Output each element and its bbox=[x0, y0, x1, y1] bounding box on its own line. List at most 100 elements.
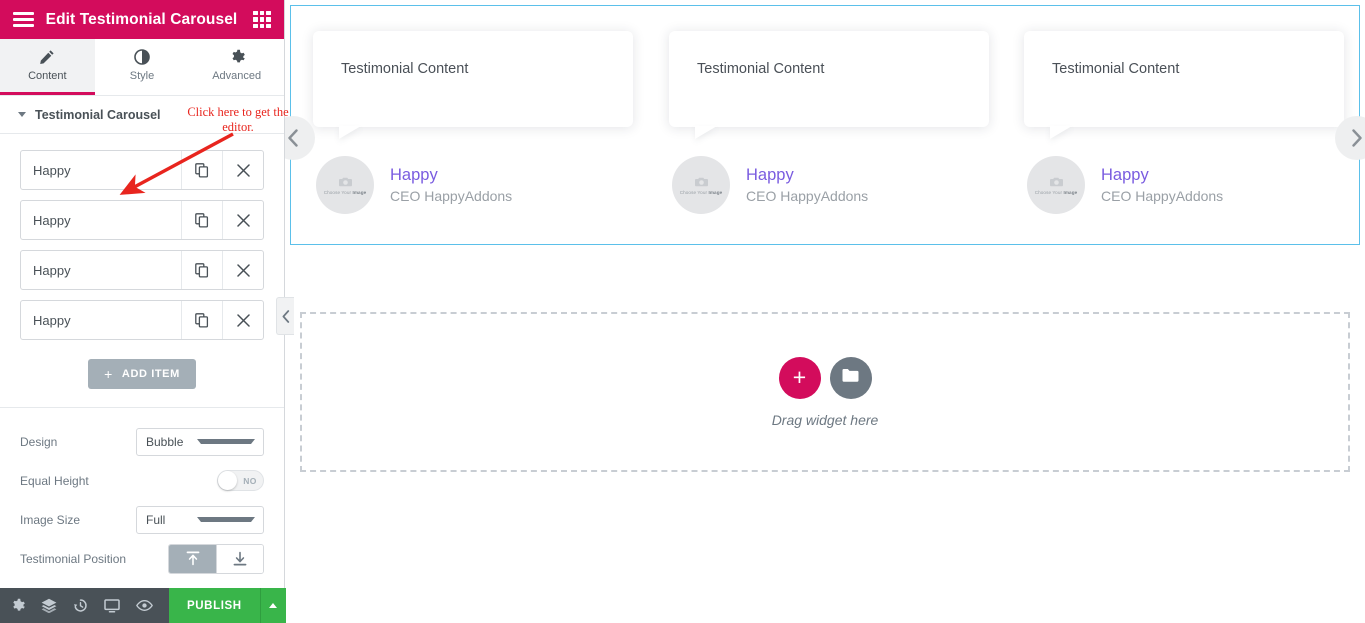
control-equal-height: Equal Height NO bbox=[20, 461, 264, 500]
publish-group: PUBLISH bbox=[169, 588, 286, 623]
plus-icon: + bbox=[792, 364, 807, 390]
image-placeholder-icon bbox=[338, 176, 353, 188]
elementor-panel: Edit Testimonial Carousel Content Style bbox=[0, 0, 286, 623]
chevron-down-icon bbox=[18, 112, 26, 117]
toggle-state-label: NO bbox=[243, 475, 257, 486]
control-field bbox=[133, 543, 264, 574]
control-label: Design bbox=[20, 434, 58, 449]
align-top-icon[interactable] bbox=[169, 544, 216, 573]
layers-icon[interactable] bbox=[41, 598, 57, 613]
control-label: Equal Height bbox=[20, 473, 89, 488]
testimonial-carousel: Testimonial Content Choose Your Image Ha… bbox=[285, 6, 1365, 244]
history-icon[interactable] bbox=[73, 598, 88, 613]
repeater-item-label[interactable]: Happy bbox=[21, 151, 181, 189]
repeater-list: Happy Happy Happy Happy bbox=[0, 134, 284, 340]
add-item-button[interactable]: + ADD ITEM bbox=[88, 359, 196, 389]
carousel-prev-button[interactable] bbox=[285, 116, 315, 160]
repeater-item-label[interactable]: Happy bbox=[21, 201, 181, 239]
control-label: Image Size bbox=[20, 512, 81, 527]
repeater-row[interactable]: Happy bbox=[20, 150, 264, 190]
testimonial-content: Testimonial Content bbox=[697, 61, 825, 77]
duplicate-item-button[interactable] bbox=[181, 301, 222, 339]
responsive-icon[interactable] bbox=[104, 598, 120, 613]
testimonial-slide[interactable]: Testimonial Content Choose Your Image Ha… bbox=[313, 31, 633, 214]
control-testimonial-position: Testimonial Position bbox=[20, 539, 264, 578]
equal-height-toggle[interactable]: NO bbox=[217, 470, 264, 491]
selected-section[interactable]: Testimonial Content Choose Your Image Ha… bbox=[285, 5, 1365, 245]
person-name: Happy bbox=[746, 165, 794, 184]
toggle-knob bbox=[218, 471, 237, 490]
position-button-group bbox=[168, 543, 264, 574]
control-field: NO bbox=[133, 470, 264, 491]
control-group: Design Bubble Equal Height NO Image Size… bbox=[0, 407, 284, 578]
tab-advanced-label: Advanced bbox=[212, 70, 262, 82]
remove-item-button[interactable] bbox=[222, 301, 263, 339]
design-select[interactable]: Bubble bbox=[136, 427, 264, 456]
tab-content[interactable]: Content bbox=[0, 39, 95, 95]
chevron-down-icon bbox=[196, 439, 255, 444]
grid-icon[interactable] bbox=[253, 10, 271, 29]
tab-advanced[interactable]: Advanced bbox=[189, 39, 285, 95]
chevron-down-icon bbox=[196, 517, 255, 522]
repeater-row[interactable]: Happy bbox=[20, 300, 264, 340]
remove-item-button[interactable] bbox=[222, 151, 263, 189]
person-info: Happy CEO HappyAddons bbox=[1101, 164, 1223, 207]
repeater-row[interactable]: Happy bbox=[20, 200, 264, 240]
avatar-placeholder-label: Choose Your Image bbox=[679, 189, 723, 195]
page-title: Edit Testimonial Carousel bbox=[45, 10, 238, 28]
tab-style-label: Style bbox=[129, 70, 155, 82]
pencil-icon bbox=[39, 49, 55, 65]
person-name: Happy bbox=[1101, 165, 1149, 184]
testimonial-person: Choose Your Image Happy CEO HappyAddons bbox=[313, 156, 633, 214]
control-image-size: Image Size Full bbox=[20, 500, 264, 539]
gear-icon bbox=[229, 49, 245, 65]
folder-icon bbox=[841, 368, 860, 388]
person-info: Happy CEO HappyAddons bbox=[746, 164, 868, 207]
duplicate-item-button[interactable] bbox=[181, 251, 222, 289]
image-placeholder-icon bbox=[1049, 176, 1064, 188]
image-size-select-value: Full bbox=[146, 512, 166, 527]
testimonial-bubble: Testimonial Content bbox=[669, 31, 989, 127]
remove-item-button[interactable] bbox=[222, 251, 263, 289]
gear-icon[interactable] bbox=[10, 598, 25, 613]
image-size-select[interactable]: Full bbox=[136, 505, 264, 534]
testimonial-person: Choose Your Image Happy CEO HappyAddons bbox=[1024, 156, 1344, 214]
avatar-placeholder-label: Choose Your Image bbox=[1034, 189, 1078, 195]
preview-eye-icon[interactable] bbox=[136, 599, 153, 612]
add-template-button[interactable] bbox=[829, 356, 872, 399]
publish-options-button[interactable] bbox=[259, 588, 286, 623]
testimonial-slide[interactable]: Testimonial Content Choose Your Image Ha… bbox=[1024, 31, 1344, 214]
align-bottom-icon[interactable] bbox=[216, 544, 263, 573]
add-item-wrapper: + ADD ITEM bbox=[0, 350, 284, 407]
section-accordion-header[interactable]: Testimonial Carousel bbox=[0, 96, 284, 134]
duplicate-item-button[interactable] bbox=[181, 201, 222, 239]
avatar-placeholder[interactable]: Choose Your Image bbox=[1027, 156, 1085, 214]
control-field: Full bbox=[133, 505, 264, 534]
add-widget-button[interactable]: + bbox=[778, 356, 821, 399]
publish-button[interactable]: PUBLISH bbox=[169, 588, 260, 623]
duplicate-item-button[interactable] bbox=[181, 151, 222, 189]
chevron-up-icon bbox=[269, 603, 278, 608]
panel-footer: PUBLISH bbox=[0, 588, 286, 623]
testimonial-person: Choose Your Image Happy CEO HappyAddons bbox=[669, 156, 989, 214]
testimonial-slide[interactable]: Testimonial Content Choose Your Image Ha… bbox=[669, 31, 989, 214]
panel-header: Edit Testimonial Carousel bbox=[0, 0, 284, 39]
dropzone-buttons: + bbox=[778, 356, 872, 399]
avatar-placeholder[interactable]: Choose Your Image bbox=[672, 156, 730, 214]
panel-tabs: Content Style Advanced bbox=[0, 39, 285, 96]
repeater-row[interactable]: Happy bbox=[20, 250, 264, 290]
testimonial-bubble: Testimonial Content bbox=[313, 31, 633, 127]
person-title: CEO HappyAddons bbox=[390, 187, 513, 204]
panel-collapse-button[interactable] bbox=[276, 297, 294, 335]
tab-style[interactable]: Style bbox=[94, 39, 190, 95]
panel-body: Happy Happy Happy Happy + ADD ITEM Desig… bbox=[0, 134, 284, 588]
avatar-placeholder[interactable]: Choose Your Image bbox=[316, 156, 374, 214]
remove-item-button[interactable] bbox=[222, 201, 263, 239]
tab-content-label: Content bbox=[28, 70, 67, 82]
avatar-placeholder-label: Choose Your Image bbox=[323, 189, 367, 195]
repeater-item-label[interactable]: Happy bbox=[21, 251, 181, 289]
contrast-icon bbox=[134, 49, 150, 65]
repeater-item-label[interactable]: Happy bbox=[21, 301, 181, 339]
testimonial-content: Testimonial Content bbox=[1052, 61, 1180, 77]
widget-dropzone[interactable]: + Drag widget here bbox=[300, 312, 1350, 472]
